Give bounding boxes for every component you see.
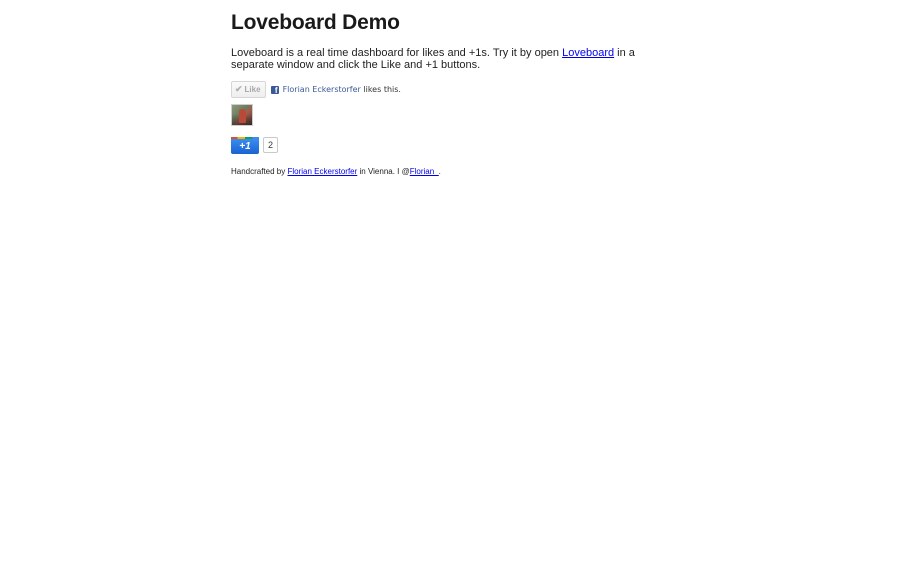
twitter-link[interactable]: Florian_ bbox=[410, 167, 439, 176]
liker-name-link[interactable]: Florian Eckerstorfer bbox=[283, 85, 361, 94]
avatar-figure bbox=[239, 109, 246, 123]
facebook-icon: f bbox=[270, 85, 279, 94]
footer: Handcrafted by Florian Eckerstorfer in V… bbox=[231, 167, 441, 176]
footer-suffix: . bbox=[438, 167, 441, 176]
footer-prefix: Handcrafted by bbox=[231, 167, 288, 176]
loveboard-link[interactable]: Loveboard bbox=[562, 47, 614, 59]
like-button-label: Like bbox=[244, 85, 261, 94]
liker-avatar[interactable] bbox=[231, 104, 253, 126]
likes-this-text: likes this. bbox=[360, 85, 401, 94]
page-title: Loveboard Demo bbox=[231, 11, 400, 34]
like-social-text: Florian Eckerstorfer likes this. bbox=[283, 85, 401, 94]
intro-paragraph: Loveboard is a real time dashboard for l… bbox=[231, 47, 671, 71]
intro-text-before: Loveboard is a real time dashboard for l… bbox=[231, 47, 563, 59]
plusone-count-bubble: 2 bbox=[263, 137, 278, 153]
check-icon: ✔ bbox=[235, 84, 243, 94]
facebook-like-widget: ✔ Like f Florian Eckerstorfer likes this… bbox=[231, 81, 401, 98]
plusone-button[interactable]: +1 bbox=[231, 136, 259, 154]
author-link[interactable]: Florian Eckerstorfer bbox=[287, 167, 357, 176]
google-plusone-widget: +1 2 bbox=[231, 136, 278, 154]
footer-middle: in Vienna. I @ bbox=[357, 167, 410, 176]
facebook-like-button[interactable]: ✔ Like bbox=[231, 81, 266, 98]
